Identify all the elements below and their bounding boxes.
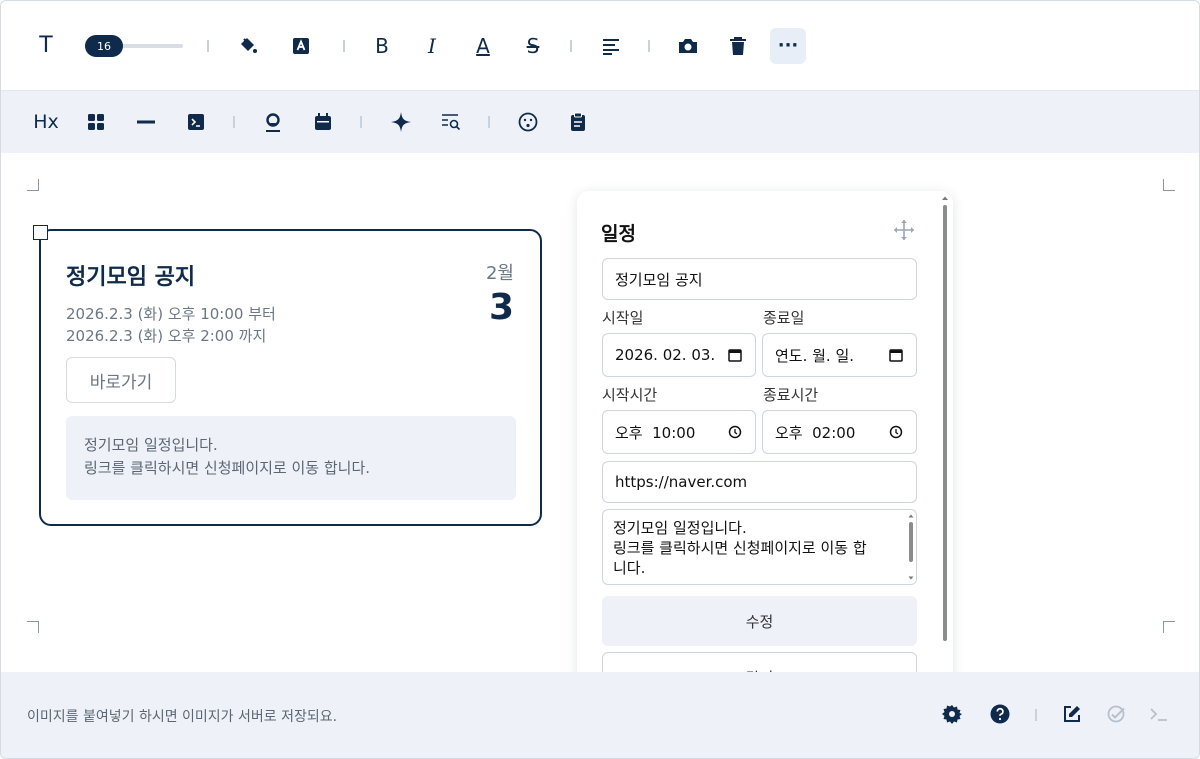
card-description: 정기모임 일정입니다. 링크를 클릭하시면 신청페이지로 이동 합니다. (66, 416, 516, 500)
description-textarea[interactable]: 정기모임 일정입니다. 링크를 클릭하시면 신청페이지로 이동 합 니다. (602, 509, 917, 585)
end-time-input[interactable]: 오후 02:00 (762, 410, 917, 454)
card-start-time: 2026.2.3 (화) 오후 10:00 부터 (66, 305, 276, 323)
search-text-icon[interactable] (433, 104, 469, 140)
insert-toolbar: Hx (1, 91, 1199, 153)
resize-handle[interactable] (33, 225, 48, 240)
corner-mark (1163, 179, 1175, 191)
edit-icon[interactable] (1054, 696, 1090, 732)
end-date-input[interactable]: 연도. 월. 일. (762, 333, 917, 377)
sparkle-icon[interactable] (383, 104, 419, 140)
terminal-icon[interactable] (1141, 696, 1177, 732)
card-month: 2월 (485, 263, 514, 284)
calendar-icon[interactable] (727, 347, 743, 363)
font-size-slider[interactable]: 16 (85, 35, 185, 57)
italic-icon[interactable]: I (414, 28, 450, 64)
divider (207, 40, 209, 52)
url-input[interactable]: https://naver.com (602, 461, 917, 503)
edit-button[interactable]: 수정 (602, 596, 917, 646)
end-time-label: 종료시간 (763, 386, 819, 404)
settings-icon[interactable] (934, 696, 970, 732)
heading-icon[interactable]: Hx (28, 104, 64, 140)
clock-icon[interactable] (888, 424, 904, 440)
divider (570, 40, 572, 52)
calendar-icon[interactable] (305, 104, 341, 140)
horizontal-rule-icon[interactable] (128, 104, 164, 140)
text-style-icon[interactable]: T (28, 28, 64, 64)
slider-thumb[interactable]: 16 (85, 35, 123, 57)
divider (488, 116, 490, 128)
corner-mark (27, 621, 39, 633)
title-input[interactable]: 정기모임 공지 (602, 258, 917, 300)
textarea-line: 니다. (613, 559, 646, 577)
textarea-line: 링크를 클릭하시면 신청페이지로 이동 합 (613, 539, 867, 557)
start-date-label: 시작일 (602, 309, 644, 327)
divider (1035, 709, 1037, 721)
camera-icon[interactable] (670, 28, 706, 64)
more-icon[interactable]: ··· (770, 28, 806, 64)
card-description-line: 정기모임 일정입니다. (84, 436, 218, 454)
corner-mark (1163, 621, 1175, 633)
status-footer: 이미지를 붙여넣기 하시면 이미지가 서버로 저장되요. (1, 672, 1199, 758)
clipboard-icon[interactable] (560, 104, 596, 140)
check-disabled-icon (1098, 696, 1134, 732)
emoji-icon[interactable] (510, 104, 546, 140)
textarea-line: 정기모임 일정입니다. (613, 519, 747, 537)
layout-grid-icon[interactable] (78, 104, 114, 140)
code-block-icon[interactable] (178, 104, 214, 140)
panel-scrollbar[interactable] (941, 195, 949, 689)
scrollbar-thumb[interactable] (943, 205, 947, 641)
end-date-label: 종료일 (763, 309, 805, 327)
format-toolbar: T 16 B I A S ··· (1, 1, 1199, 91)
underline-icon[interactable]: A (465, 28, 501, 64)
textarea-scrollbar[interactable] (908, 514, 914, 580)
clock-icon[interactable] (727, 424, 743, 440)
align-left-icon[interactable] (593, 28, 629, 64)
text-background-icon[interactable] (283, 28, 319, 64)
strikethrough-icon[interactable]: S (515, 28, 551, 64)
panel-title: 일정 (601, 223, 636, 245)
card-title: 정기모임 공지 (66, 265, 196, 290)
divider (233, 116, 235, 128)
start-date-input[interactable]: 2026. 02. 03. (602, 333, 756, 377)
paste-hint: 이미지를 붙여넣기 하시면 이미지가 서버로 저장되요. (27, 709, 338, 725)
divider (343, 40, 345, 52)
calendar-icon[interactable] (888, 347, 904, 363)
editor-window: T 16 B I A S ··· Hx 정기모임 공지 2월 3 2026.2.… (0, 0, 1200, 759)
schedule-panel: 일정 정기모임 공지 시작일 종료일 2026. 02. 03. 연도. 월. … (577, 191, 953, 691)
start-time-label: 시작시간 (602, 386, 658, 404)
event-card[interactable]: 정기모임 공지 2월 3 2026.2.3 (화) 오후 10:00 부터 20… (39, 229, 542, 526)
help-icon[interactable] (982, 696, 1018, 732)
location-pin-icon[interactable] (255, 104, 291, 140)
card-day: 3 (488, 287, 514, 328)
goto-link-button[interactable]: 바로가기 (66, 357, 176, 403)
trash-icon[interactable] (720, 28, 756, 64)
card-description-line: 링크를 클릭하시면 신청페이지로 이동 합니다. (84, 459, 371, 477)
start-time-input[interactable]: 오후 10:00 (602, 410, 756, 454)
corner-mark (27, 179, 39, 191)
fill-color-icon[interactable] (230, 28, 266, 64)
card-end-time: 2026.2.3 (화) 오후 2:00 까지 (66, 327, 267, 345)
move-icon[interactable] (893, 219, 915, 241)
divider (360, 116, 362, 128)
bold-icon[interactable]: B (364, 28, 400, 64)
divider (648, 40, 650, 52)
